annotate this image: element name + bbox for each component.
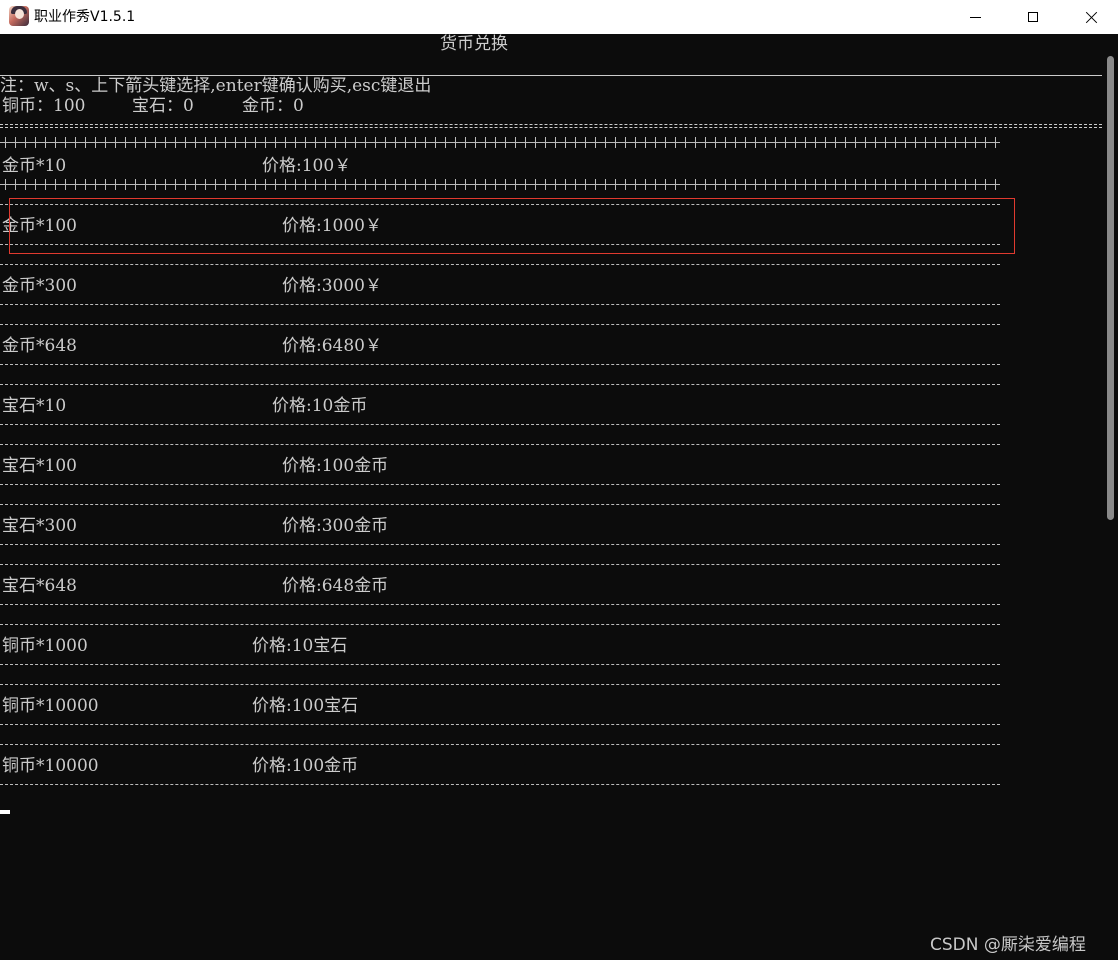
shop-item-row[interactable]: 铜币*10000 价格:100宝石 [0,676,1000,736]
shop-item-row[interactable]: 宝石*300 价格:300金币 [0,496,1000,556]
row-top-border [0,384,1000,385]
minimize-button[interactable] [946,0,1004,34]
item-price: 价格:300金币 [282,516,389,536]
item-price: 价格:3000￥ [282,276,382,296]
shop-item-row[interactable]: 宝石*648 价格:648金币 [0,556,1000,616]
window-titlebar[interactable]: 职业作秀V1.5.1 [0,0,1118,34]
row-bottom-border [0,424,1000,425]
row-top-border [0,684,1000,685]
item-price: 价格:648金币 [282,576,389,596]
item-name: 金币*648 [2,336,77,356]
row-top-border [0,137,1000,148]
row-top-border [0,324,1000,325]
shop-item-row[interactable]: 金币*648 价格:6480￥ [0,316,1000,376]
row-top-border [0,564,1000,565]
item-name: 铜币*10000 [2,696,99,716]
row-top-border [0,444,1000,445]
row-bottom-border [0,784,1000,785]
item-name: 铜币*10000 [2,756,99,776]
row-top-border [0,504,1000,505]
row-bottom-border [0,544,1000,545]
controls-note: 注：w、s、上下箭头键选择,enter键确认购买,esc键退出 [0,76,432,96]
shop-title: 货币兑换 [440,34,508,54]
item-name: 宝石*648 [2,576,77,596]
maximize-icon [1028,12,1038,22]
item-name: 金币*10 [2,156,67,176]
item-price: 价格:10宝石 [252,636,348,656]
double-divider [0,116,1102,136]
row-bottom-border [0,724,1000,725]
row-top-border [0,624,1000,625]
row-bottom-border [0,364,1000,365]
shop-item-row[interactable]: 铜币*1000 价格:10宝石 [0,616,1000,676]
gem-balance: 宝石：0 [132,96,194,116]
console-output[interactable]: 货币兑换 注：w、s、上下箭头键选择,enter键确认购买,esc键退出 铜币：… [0,34,1102,960]
copper-balance: 铜币：100 [2,96,86,116]
row-top-border [0,744,1000,745]
app-avatar-icon [9,6,29,26]
item-name: 宝石*100 [2,456,77,476]
item-price: 价格:100宝石 [252,696,359,716]
item-name: 宝石*300 [2,516,77,536]
vertical-scrollbar[interactable] [1102,34,1118,960]
balance-line: 铜币：100 宝石：0 金币：0 [0,96,304,116]
shop-item-row[interactable]: 金币*10 价格:100￥ [0,136,1000,196]
row-top-border [0,264,1000,265]
shop-item-row[interactable]: 宝石*100 价格:100金币 [0,436,1000,496]
item-price: 价格:6480￥ [282,336,382,356]
close-icon [1085,11,1098,24]
shop-item-row[interactable]: 铜币*10000 价格:100金币 [0,736,1000,796]
close-button[interactable] [1062,0,1118,34]
item-name: 铜币*1000 [2,636,88,656]
row-bottom-border [0,484,1000,485]
item-price: 价格:100金币 [252,756,359,776]
shop-item-row[interactable]: 宝石*10 价格:10金币 [0,376,1000,436]
row-bottom-border [0,604,1000,605]
gold-balance: 金币：0 [242,96,304,116]
annotation-highlight-box [9,198,1015,254]
row-bottom-border [0,664,1000,665]
minimize-icon [969,16,981,18]
item-price: 价格:100金币 [282,456,389,476]
row-bottom-border [0,304,1000,305]
csdn-watermark: CSDN @厮柒爱编程 [930,935,1086,955]
shop-item-row[interactable]: 金币*300 价格:3000￥ [0,256,1000,316]
item-price: 价格:10金币 [272,396,368,416]
app-avatar-face [15,9,24,19]
window-title: 职业作秀V1.5.1 [34,9,136,25]
item-name: 宝石*10 [2,396,67,416]
maximize-button[interactable] [1004,0,1062,34]
item-name: 金币*300 [2,276,77,296]
console-cursor [0,810,10,814]
scrollbar-thumb[interactable] [1107,56,1114,520]
row-bottom-border [0,179,1000,190]
item-price: 价格:100￥ [262,156,352,176]
